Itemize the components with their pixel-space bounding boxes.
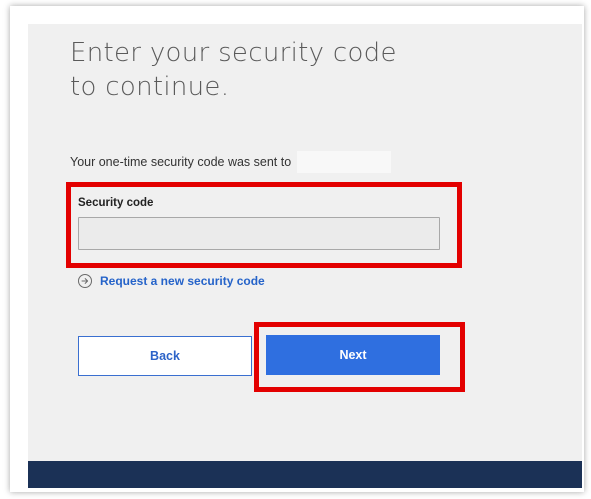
code-sent-text: Your one-time security code was sent to bbox=[70, 155, 292, 169]
request-new-code-link[interactable]: Request a new security code bbox=[78, 274, 265, 288]
next-button-highlight-box bbox=[254, 322, 465, 392]
redacted-destination bbox=[297, 151, 392, 173]
security-code-highlight-box bbox=[66, 182, 462, 268]
page-title-line-1: Enter your security code bbox=[70, 38, 397, 68]
page-title: Enter your security code to continue. bbox=[70, 36, 490, 104]
page-title-line-2: to continue. bbox=[70, 72, 230, 102]
request-new-code-label: Request a new security code bbox=[100, 274, 265, 288]
page-frame: Enter your security code to continue. Yo… bbox=[10, 6, 584, 492]
footer-bar bbox=[28, 461, 582, 488]
circle-arrow-right-icon bbox=[78, 274, 92, 288]
back-button[interactable]: Back bbox=[78, 336, 252, 376]
code-sent-message: Your one-time security code was sent to bbox=[70, 151, 392, 173]
